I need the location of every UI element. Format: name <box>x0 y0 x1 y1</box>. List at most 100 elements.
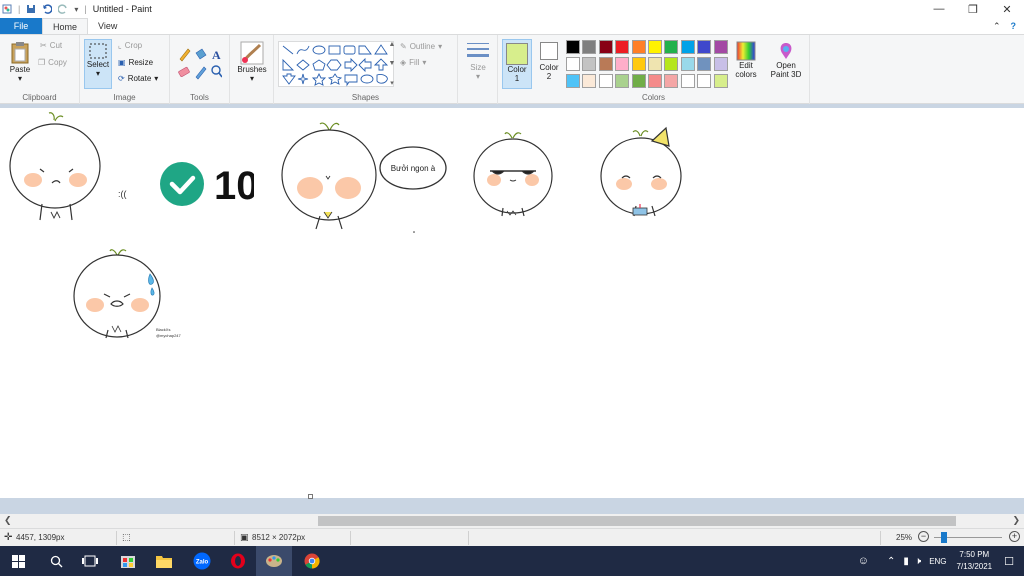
chevron-up-icon[interactable]: ⌃ <box>887 556 895 567</box>
tab-view[interactable]: View <box>88 18 127 34</box>
image-group-label: Image <box>113 93 136 102</box>
resize-button[interactable]: ▣ Resize <box>118 58 153 67</box>
color-swatch[interactable] <box>615 74 630 88</box>
outline-button[interactable]: ✎ Outline ▾ <box>400 42 442 51</box>
color-swatch[interactable] <box>631 40 646 54</box>
color-swatch[interactable] <box>615 40 630 54</box>
crop-button[interactable]: ⌞ Crop <box>118 41 142 50</box>
color-swatch[interactable] <box>697 40 712 54</box>
taskbar-paint[interactable] <box>256 546 292 576</box>
color-swatch[interactable] <box>648 40 662 54</box>
edit-colors-icon <box>736 41 756 61</box>
taskbar-app-store[interactable] <box>110 546 146 576</box>
start-button[interactable] <box>0 546 36 576</box>
select-button[interactable]: Select ▾ <box>84 39 112 89</box>
open-paint3d-button[interactable]: Open Paint 3D <box>766 41 806 79</box>
cut-button[interactable]: ✂ Cut <box>40 41 62 50</box>
color-swatch[interactable] <box>598 40 613 54</box>
color-swatch[interactable] <box>648 57 662 71</box>
size-button[interactable]: Size ▾ <box>464 41 492 81</box>
volume-icon[interactable]: 🕨 <box>915 556 921 567</box>
color-swatch[interactable] <box>598 57 613 71</box>
paste-button[interactable]: Paste ▾ <box>6 41 34 83</box>
notification-icon[interactable]: ☐ <box>1004 555 1014 568</box>
text-icon: A <box>212 48 221 62</box>
people-icon[interactable]: ☺ <box>858 555 869 567</box>
color-swatch[interactable] <box>566 40 580 54</box>
zoom-slider-thumb[interactable] <box>941 532 947 543</box>
color2-button[interactable]: Color 2 <box>536 42 562 81</box>
canvas-resize-handle[interactable] <box>308 494 313 499</box>
color-swatch[interactable] <box>680 57 695 71</box>
color-swatch[interactable] <box>713 57 728 71</box>
maximize-icon[interactable]: ❐ <box>956 0 990 18</box>
color-swatch[interactable] <box>582 40 597 54</box>
customize-qa-icon[interactable]: ▾ <box>74 5 78 14</box>
tab-home[interactable]: Home <box>42 18 89 34</box>
help-icon[interactable]: ? <box>1011 21 1017 31</box>
tab-file[interactable]: File <box>0 18 42 34</box>
zoom-out-icon[interactable]: − <box>918 531 929 542</box>
redo-icon[interactable] <box>57 4 68 14</box>
undo-icon[interactable] <box>42 4 53 14</box>
zoom-in-icon[interactable]: + <box>1009 531 1020 542</box>
color-swatch[interactable] <box>598 74 613 88</box>
scroll-down-icon[interactable]: ▼ <box>389 60 396 67</box>
color-swatch[interactable] <box>631 57 646 71</box>
color-swatch[interactable] <box>713 40 728 54</box>
color-swatch[interactable] <box>680 74 695 88</box>
color-swatch[interactable] <box>631 74 646 88</box>
svg-text:A: A <box>212 48 221 62</box>
search-button[interactable] <box>38 546 74 576</box>
canvas-dimensions: 8512 × 2072px <box>252 533 306 542</box>
shapes-scroll[interactable]: ▲ ▼ ▾ <box>388 41 396 87</box>
ribbon-collapse-icon[interactable]: ⌃ <box>993 21 1001 32</box>
task-view-button[interactable] <box>72 546 108 576</box>
zoom-level: 25% <box>896 533 913 542</box>
scrollbar-thumb[interactable] <box>318 516 956 526</box>
color-swatch[interactable] <box>680 40 695 54</box>
speech-bubble: Bưởi ngon à <box>379 146 447 190</box>
scroll-left-icon[interactable]: ❮ <box>4 515 12 526</box>
shapes-gallery[interactable] <box>278 41 394 87</box>
color-swatch[interactable] <box>566 74 580 88</box>
brushes-button[interactable]: Brushes ▾ <box>236 41 268 83</box>
taskbar-zalo[interactable]: Zalo <box>184 546 220 576</box>
horizontal-scrollbar[interactable]: ❮ ❯ <box>0 514 1024 528</box>
taskbar-file-explorer[interactable] <box>146 546 182 576</box>
color-swatch[interactable] <box>697 74 712 88</box>
color-swatch[interactable] <box>713 74 728 88</box>
pencil-icon <box>179 48 191 62</box>
canvas[interactable]: :(( 10 Bưởi ngon à BlackXs @mychap247 <box>0 108 1024 498</box>
taskbar-opera[interactable] <box>220 546 256 576</box>
color-swatch[interactable] <box>566 57 580 71</box>
battery-icon[interactable]: ▮ <box>903 556 909 567</box>
minimize-icon[interactable]: — <box>922 0 956 18</box>
scroll-right-icon[interactable]: ❯ <box>1012 515 1020 526</box>
color1-button[interactable]: Color 1 <box>502 39 532 89</box>
scroll-up-icon[interactable]: ▲ <box>389 41 396 48</box>
copy-icon: ❐ <box>38 58 46 67</box>
fill-button[interactable]: ◈ Fill ▾ <box>400 58 426 67</box>
save-icon[interactable] <box>26 4 36 14</box>
edit-colors-button[interactable]: Edit colors <box>732 41 760 79</box>
color-swatch[interactable] <box>664 74 679 88</box>
taskbar-chrome[interactable] <box>294 546 330 576</box>
color-swatch[interactable] <box>615 57 630 71</box>
color-swatch[interactable] <box>648 74 662 88</box>
color-swatch[interactable] <box>664 57 679 71</box>
size-group: Size ▾ <box>458 35 498 104</box>
checkmark-icon <box>160 162 204 206</box>
clock[interactable]: 7:50 PM 7/13/2021 <box>957 549 993 573</box>
color-swatch[interactable] <box>582 74 597 88</box>
color-swatch[interactable] <box>697 57 712 71</box>
copy-button[interactable]: ❐ Copy <box>38 58 67 67</box>
rotate-button[interactable]: ⟳ Rotate ▾ <box>118 74 158 83</box>
search-icon <box>50 555 62 567</box>
close-icon[interactable]: ✕ <box>990 0 1024 18</box>
speech-text: Bưởi ngon à <box>391 164 436 173</box>
input-language[interactable]: ENG <box>929 557 946 566</box>
expand-gallery-icon[interactable]: ▾ <box>390 79 394 87</box>
color-swatch[interactable] <box>582 57 597 71</box>
color-swatch[interactable] <box>664 40 679 54</box>
